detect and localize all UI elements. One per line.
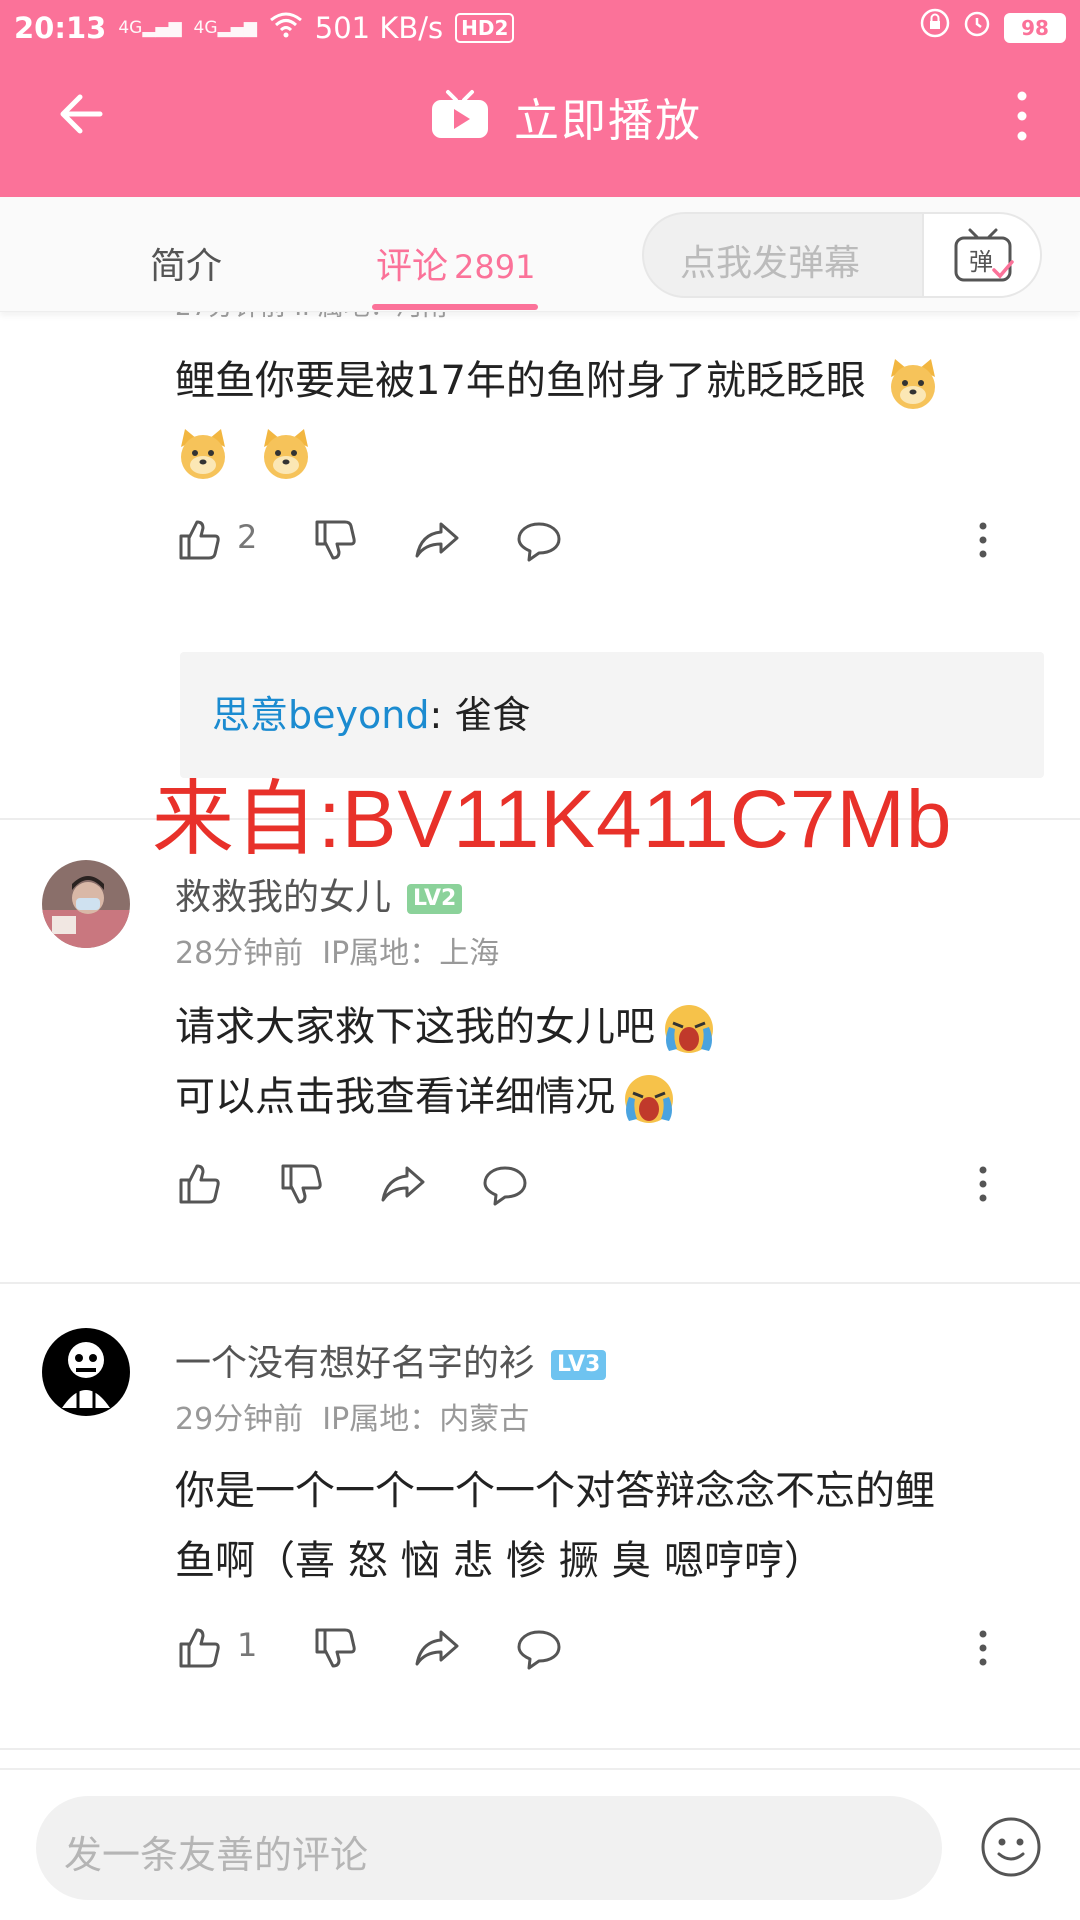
like-icon[interactable]: [175, 516, 223, 564]
comment-ip: IP属地：上海: [322, 936, 500, 971]
dislike-icon[interactable]: [311, 516, 359, 564]
comment-actions: [175, 1154, 995, 1214]
clock: 20:13: [14, 11, 107, 45]
comment-text: 请求大家救下这我的女儿吧 可以点击我查看详细情况: [175, 992, 1015, 1132]
signal-2-icon: 4G▂▄▆: [193, 18, 257, 38]
comment-username[interactable]: 一个没有想好名字的衫 LV3: [175, 1334, 607, 1386]
tab-indicator: [372, 304, 538, 310]
dislike-icon[interactable]: [311, 1624, 359, 1672]
comment-input-placeholder: 发一条友善的评论: [64, 1833, 369, 1877]
reply-icon[interactable]: [481, 1160, 529, 1208]
comment-input[interactable]: 发一条友善的评论: [36, 1796, 942, 1900]
emoji-icon[interactable]: [980, 1816, 1042, 1878]
share-icon[interactable]: [379, 1160, 427, 1208]
page-title: 立即播放: [514, 93, 703, 147]
danmaku-settings-button[interactable]: 弹: [922, 214, 1040, 296]
tab-comments[interactable]: 评论 2891: [376, 237, 535, 289]
tab-intro[interactable]: 简介: [150, 237, 222, 289]
danmaku-tv-icon: 弹: [954, 228, 1014, 282]
divider: [0, 1282, 1080, 1284]
alarm-icon: [962, 0, 992, 56]
username-text: 救救我的女儿: [175, 877, 392, 918]
nav-bar: 立即播放: [0, 56, 1080, 197]
comment-more-icon[interactable]: [971, 1160, 995, 1208]
danmaku-placeholder: 点我发弹幕: [680, 243, 861, 284]
reply-user[interactable]: 思意beyond: [212, 693, 429, 737]
network-speed: 501 KB/s: [314, 11, 444, 45]
comment-actions: 2: [175, 510, 995, 570]
comment-ip: IP属地：内蒙古: [322, 1402, 530, 1437]
watermark-text: 来自:BV11K411C7Mb: [152, 774, 953, 865]
comment-time: 28分钟前: [175, 936, 304, 971]
reply-icon[interactable]: [515, 516, 563, 564]
comment-line: 鲤鱼你要是被17年的鱼附身了就眨眨眼: [175, 358, 866, 404]
comment-line: 你是一个一个一个一个对答辩念念不忘的鲤: [175, 1468, 935, 1514]
comment-time: 29分钟前: [175, 1402, 304, 1437]
network-type: 4G: [118, 18, 143, 38]
play-now-button[interactable]: 立即播放: [430, 84, 702, 148]
comment-composer: 发一条友善的评论: [0, 1768, 1080, 1920]
like-count: 1: [237, 1626, 258, 1664]
comment-count: 2891: [454, 248, 536, 286]
level-badge: LV2: [407, 884, 463, 914]
comment-username[interactable]: 救救我的女儿 LV2: [175, 868, 463, 920]
comment-list[interactable]: 27分钟前 IP属地：河南 鲤鱼你要是被17年的鱼附身了就眨眨眼 2 思意bey…: [0, 312, 1080, 1768]
comment-meta: 28分钟前 IP属地：上海: [175, 928, 499, 972]
top-bar: 20:13 4G▂▄▆ 4G▂▄▆ 501 KB/s HD2 98 立即播放: [0, 0, 1080, 197]
avatar[interactable]: [42, 1328, 130, 1416]
like-icon[interactable]: [175, 1160, 223, 1208]
network-type: 4G: [193, 18, 218, 38]
reply-content: : 雀食: [429, 693, 531, 737]
like-count: 2: [237, 518, 258, 556]
doge-emoji-icon: [885, 355, 941, 411]
crying-emoji-icon: [621, 1071, 677, 1127]
doge-emoji-icon: [175, 425, 231, 481]
battery-indicator: 98: [1004, 13, 1066, 43]
divider: [0, 1748, 1080, 1750]
share-icon[interactable]: [413, 516, 461, 564]
username-text: 一个没有想好名字的衫: [175, 1343, 536, 1384]
tab-intro-label: 简介: [150, 246, 223, 287]
tab-comments-label: 评论: [376, 246, 449, 287]
reply-icon[interactable]: [515, 1624, 563, 1672]
wifi-icon: [269, 0, 303, 56]
lock-icon: [920, 0, 950, 56]
status-bar: 20:13 4G▂▄▆ 4G▂▄▆ 501 KB/s HD2 98: [0, 0, 1080, 56]
like-icon[interactable]: [175, 1624, 223, 1672]
comment-line: 鱼啊（喜 怒 恼 悲 惨 撅 臭 嗯哼哼）: [175, 1538, 825, 1584]
comment-text: 你是一个一个一个一个对答辩念念不忘的鲤 鱼啊（喜 怒 恼 悲 惨 撅 臭 嗯哼哼…: [175, 1456, 1015, 1596]
danmaku-input[interactable]: 点我发弹幕 弹: [642, 212, 1042, 298]
dislike-icon[interactable]: [277, 1160, 325, 1208]
comment-meta: 27分钟前 IP属地：河南: [175, 312, 448, 323]
signal-1-icon: 4G▂▄▆: [118, 18, 182, 38]
more-vertical-icon[interactable]: [1010, 86, 1034, 146]
comment-more-icon[interactable]: [971, 516, 995, 564]
comment-actions: 1: [175, 1618, 995, 1678]
reply-text: 思意beyond: 雀食: [212, 684, 530, 739]
avatar[interactable]: [42, 860, 130, 948]
hd-icon: HD2: [455, 13, 515, 43]
danmaku-glyph: 弹: [969, 248, 993, 276]
comment-meta: 29分钟前 IP属地：内蒙古: [175, 1394, 529, 1438]
comment-line: 请求大家救下这我的女儿吧: [175, 1004, 655, 1050]
doge-emoji-icon: [258, 425, 314, 481]
comment-line: 可以点击我查看详细情况: [175, 1074, 615, 1120]
tv-icon: [430, 88, 490, 144]
back-arrow-icon[interactable]: [52, 84, 112, 144]
level-badge: LV3: [551, 1350, 607, 1380]
share-icon[interactable]: [413, 1624, 461, 1672]
comment-text: 鲤鱼你要是被17年的鱼附身了就眨眨眼: [175, 346, 1015, 486]
comment-more-icon[interactable]: [971, 1624, 995, 1672]
crying-emoji-icon: [661, 1001, 717, 1057]
